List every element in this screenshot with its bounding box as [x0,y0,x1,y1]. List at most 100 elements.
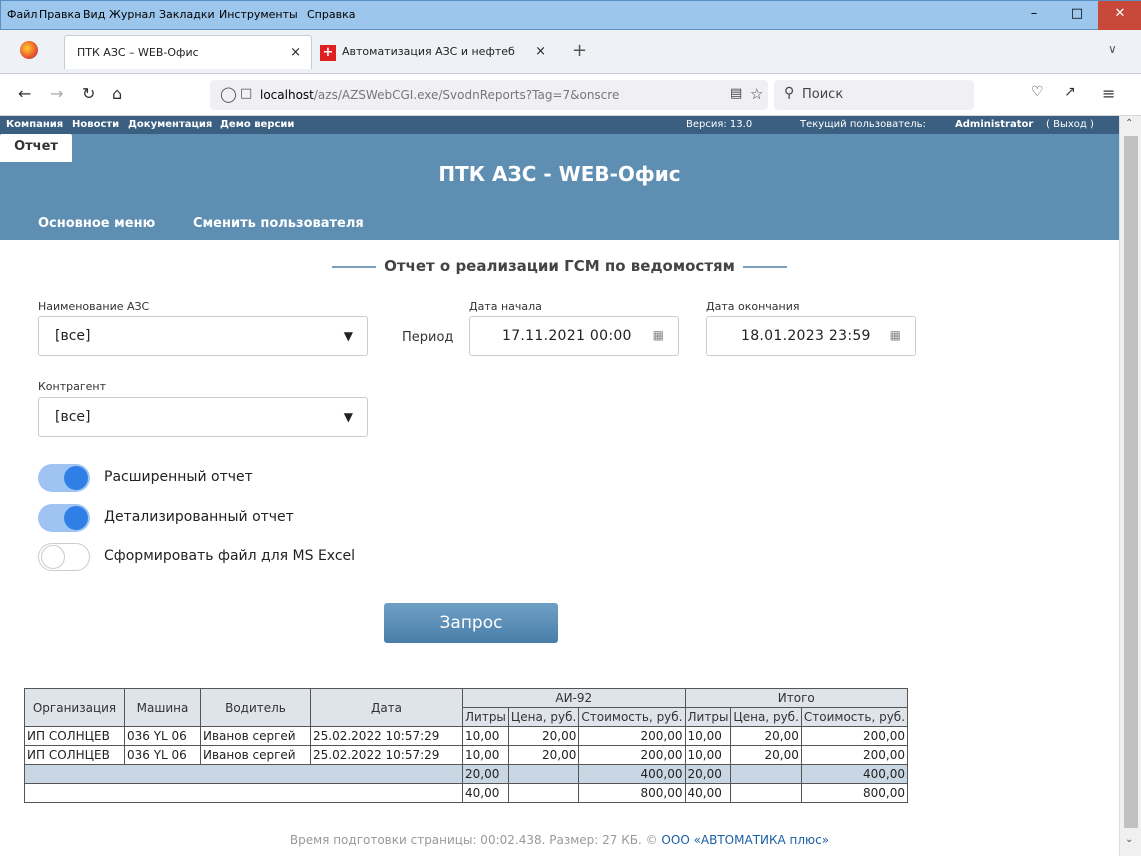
menu-view[interactable]: Вид [83,8,105,21]
tab-close-icon[interactable]: × [290,36,301,70]
menu-history[interactable]: Журнал [109,8,155,21]
link-news[interactable]: Новости [72,119,119,130]
shield-icon[interactable]: ◯ [220,85,237,103]
toggle-knob [64,466,88,490]
tab-main-menu[interactable]: Основное меню [38,216,155,231]
calendar-icon[interactable]: ▦ [890,328,901,342]
cell-cost: 400,00 [578,764,686,784]
tab-report[interactable]: Отчет [0,134,72,162]
excel-export-label: Сформировать файл для MS Excel [104,548,356,564]
link-demo[interactable]: Демо версии [220,119,294,130]
url-host: localhost [260,88,314,102]
menu-tools[interactable]: Инструменты [219,8,298,21]
browser-search-input[interactable]: ⚲ Поиск [774,80,974,110]
tab-list-chevron-down-icon[interactable]: ∨ [1108,42,1117,56]
col-group-ai92: АИ-92 [462,688,686,708]
pocket-icon[interactable]: ♡ [1031,84,1044,100]
reader-view-icon[interactable]: ▤ [730,86,742,101]
cell-liters: 10,00 [684,745,732,765]
calendar-icon[interactable]: ▦ [653,328,664,342]
tab-title: Автоматизация АЗС и нефтеб [342,45,515,58]
browser-nav-bar: ← → ↻ ⌂ ◯ □ localhost/azs/AZSWebCGI.exe/… [0,74,1141,116]
end-date-input[interactable]: 18.01.2023 23:59 ▦ [706,316,916,356]
footer-text: Время подготовки страницы: 00:02.438. Ра… [289,833,658,847]
menu-bookmarks[interactable]: Закладки [159,8,215,21]
page-footer: Время подготовки страницы: 00:02.438. Ра… [0,833,1119,847]
cell-driver: Иванов сергей [200,726,311,746]
cell-driver: Иванов сергей [200,745,311,765]
tab-change-user[interactable]: Сменить пользователя [193,216,364,231]
col-driver: Водитель [200,688,311,727]
end-date-value: 18.01.2023 23:59 [741,328,871,344]
scroll-down-icon[interactable]: ⌄ [1125,834,1133,845]
share-icon[interactable]: ↗ [1064,84,1076,100]
close-window-icon[interactable]: ✕ [1098,1,1141,30]
maximize-icon[interactable]: □ [1055,1,1099,30]
station-label: Наименование АЗС [38,300,150,313]
cell-liters: 10,00 [462,745,509,765]
col-price: Цена, руб. [507,707,580,727]
new-tab-icon[interactable]: + [572,40,587,61]
logout-link[interactable]: ( Выход ) [1046,119,1094,130]
page-icon: □ [240,86,253,101]
cell-cost: 200,00 [800,726,909,746]
title-decor-line [742,265,787,268]
cell-cost: 800,00 [800,783,909,803]
col-car: Машина [124,688,201,727]
station-select[interactable]: [все] ▼ [38,316,368,356]
menu-help[interactable]: Справка [307,8,355,21]
cell-cost: 200,00 [578,745,686,765]
toggle-knob [64,506,88,530]
browser-tab-strip: ПТК АЗС – WEB-Офис × + Автоматизация АЗС… [0,30,1141,74]
cell-car: 036 YL 06 [124,745,201,765]
cell-date: 25.02.2022 10:57:29 [310,745,463,765]
scrollbar-thumb[interactable] [1124,136,1138,828]
scroll-up-icon[interactable]: ⌃ [1125,118,1133,129]
cell-cost: 200,00 [800,745,909,765]
link-docs[interactable]: Документация [128,119,212,130]
minimize-icon[interactable]: – [1012,1,1056,30]
title-decor-line [332,265,377,268]
forward-arrow-icon[interactable]: → [50,84,63,103]
excel-export-toggle[interactable] [38,543,90,571]
tab-automation[interactable]: + Автоматизация АЗС и нефтеб × [316,35,556,69]
detailed-report-toggle[interactable] [38,504,90,532]
menu-edit[interactable]: Правка [39,8,81,21]
contractor-label: Контрагент [38,380,107,393]
col-liters: Литры [684,707,732,727]
start-date-value: 17.11.2021 00:00 [502,328,632,344]
site-top-strip: Компания Новости Документация Демо верси… [0,116,1119,134]
cell-cost: 800,00 [578,783,686,803]
back-arrow-icon[interactable]: ← [18,84,31,103]
tab-title: ПТК АЗС – WEB-Офис [77,46,199,59]
tab-ptk-azs[interactable]: ПТК АЗС – WEB-Офис × [64,35,312,69]
link-company[interactable]: Компания [6,119,63,130]
report-title-text: Отчет о реализации ГСМ по ведомостям [384,257,735,275]
tab-close-icon[interactable]: × [535,35,546,69]
current-user-label: Текущий пользователь: [800,119,926,130]
footer-company-link[interactable]: ООО «АВТОМАТИКА плюс» [661,833,829,847]
start-date-input[interactable]: 17.11.2021 00:00 ▦ [469,316,679,356]
vertical-scrollbar[interactable]: ⌃ ⌄ [1119,116,1141,856]
cell-price: 20,00 [730,726,802,746]
start-date-label: Дата начала [469,300,542,313]
table-row: ИП СОЛНЦЕВ 036 YL 06 Иванов сергей 25.02… [24,726,909,746]
extended-report-toggle[interactable] [38,464,90,492]
menu-file[interactable]: Файл [7,8,37,21]
hamburger-menu-icon[interactable]: ≡ [1102,84,1115,103]
firefox-logo-icon [20,41,38,59]
col-cost: Стоимость, руб. [800,707,909,727]
contractor-select[interactable]: [все] ▼ [38,397,368,437]
cell-price [507,783,580,803]
caret-down-icon: ▼ [343,329,353,343]
submit-query-button[interactable]: Запрос [384,603,558,643]
cell-price [507,764,580,784]
home-icon[interactable]: ⌂ [112,84,122,103]
cell-liters: 40,00 [684,783,732,803]
col-liters: Литры [462,707,509,727]
col-price: Цена, руб. [730,707,802,727]
cell-price [730,783,802,803]
bookmark-star-icon[interactable]: ☆ [750,85,763,103]
reload-icon[interactable]: ↻ [82,84,95,103]
address-bar[interactable]: ◯ □ localhost/azs/AZSWebCGI.exe/SvodnRep… [210,80,768,110]
